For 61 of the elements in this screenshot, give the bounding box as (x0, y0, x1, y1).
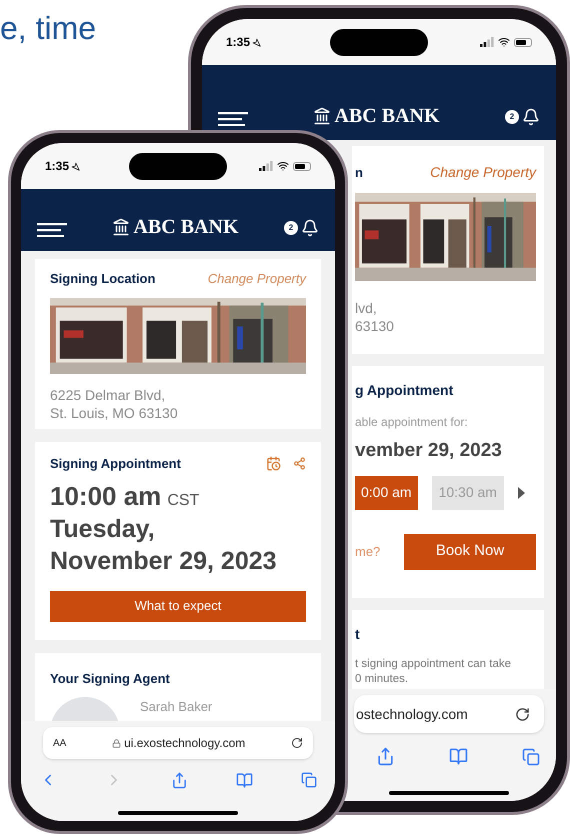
address-line: St. Louis, MO 63130 (50, 404, 179, 422)
signal-icon (480, 37, 494, 47)
battery-icon (514, 38, 532, 46)
card-title: t (355, 625, 361, 644)
appointment-date: Tuesday, (50, 514, 156, 544)
tabs-icon[interactable] (301, 772, 317, 788)
card-title: Your Signing Agent (50, 670, 171, 688)
reschedule-link[interactable]: me? (355, 542, 380, 562)
card-title: Signing Appointment (50, 455, 181, 473)
brand-logo: ABC BANK (334, 106, 440, 126)
address-line: lvd, (355, 299, 378, 317)
time-slot[interactable]: 0:00 am (355, 476, 418, 510)
share-icon[interactable] (171, 772, 188, 788)
card-title: n (355, 164, 363, 182)
url-field[interactable]: ostechnology.com (354, 695, 544, 733)
status-time: 1:35 (45, 158, 70, 175)
card-title: g Appointment (355, 381, 454, 400)
appointment-time: 10:00 am (50, 480, 162, 512)
text-size-button[interactable]: AA (53, 736, 66, 750)
lock-icon (112, 738, 122, 748)
book-now-button[interactable]: Book Now (404, 534, 536, 570)
url-text: ui.exostechnology.com (124, 735, 246, 752)
reload-icon[interactable] (515, 706, 530, 722)
share-icon[interactable] (293, 457, 306, 470)
change-property-link[interactable]: Change Property (208, 269, 306, 288)
what-to-expect-button[interactable]: What to expect (50, 590, 306, 622)
notification-badge: 2 (284, 221, 298, 235)
address-line: 6225 Delmar Blvd, (50, 386, 166, 404)
bookmarks-icon[interactable] (449, 747, 468, 766)
notification-badge: 2 (504, 110, 519, 124)
next-arrow-icon[interactable] (518, 486, 525, 498)
bookmarks-icon[interactable] (236, 772, 253, 788)
agent-name: Sarah Baker (140, 698, 212, 716)
menu-icon[interactable] (218, 112, 248, 126)
bank-icon (112, 218, 130, 236)
appointment-date: vember 29, 2023 (355, 439, 503, 463)
tabs-icon[interactable] (522, 748, 540, 766)
appointment-date: November 29, 2023 (50, 546, 278, 576)
calendar-icon[interactable] (266, 456, 281, 472)
location-icon (252, 38, 262, 46)
body-text: 0 minutes. (355, 672, 410, 687)
menu-icon[interactable] (37, 223, 67, 237)
bell-icon[interactable] (300, 219, 319, 237)
card-title: Signing Location (50, 270, 156, 288)
battery-icon (293, 162, 311, 170)
url-text: ostechnology.com (356, 704, 468, 724)
timezone-label: CST (167, 490, 200, 510)
headline-text: e, time (0, 10, 96, 46)
prompt-text: able appointment for: (355, 414, 469, 431)
bell-icon[interactable] (522, 108, 540, 126)
share-icon[interactable] (376, 747, 395, 766)
change-property-link[interactable]: Change Property (430, 162, 536, 183)
url-field[interactable]: AA ui.exostechnology.com (43, 727, 313, 759)
brand-logo: ABC BANK (133, 217, 238, 237)
reload-icon[interactable] (291, 737, 303, 749)
status-time: 1:35 (226, 34, 250, 51)
location-icon (71, 162, 80, 170)
address-line: 63130 (355, 317, 395, 335)
body-text: t signing appointment can take (355, 657, 512, 672)
signal-icon (259, 161, 273, 171)
bank-icon (313, 107, 332, 125)
